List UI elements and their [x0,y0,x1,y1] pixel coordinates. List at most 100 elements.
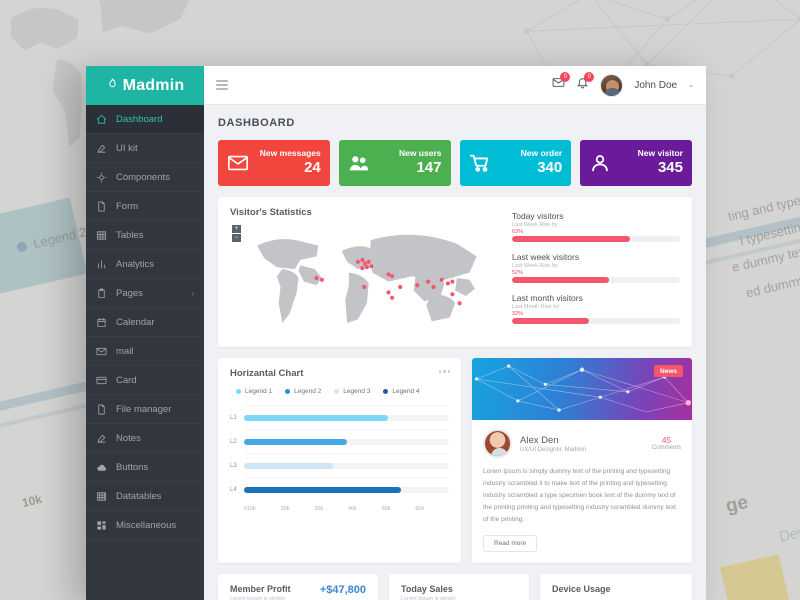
brand-name: Madmin [122,76,185,94]
member-profit-amount: +$47,800 [319,584,366,597]
file-icon [96,404,107,415]
chart-bar-label: L3 [230,462,237,469]
main-content: DASHBOARD New messages 24 New users 147 New … [204,105,706,600]
chart-bar-row: L1 [230,406,449,429]
chart-bar-fill[interactable] [244,438,347,445]
map-zoom-in-button[interactable]: + [232,225,241,233]
sidebar-item-pages[interactable]: Pages › [86,279,204,308]
sidebar-item-label: Buttons [116,461,149,473]
chart-x-tick: 30k [314,506,324,512]
visitor-progress-track [512,318,680,325]
author-role: UX/UI Designer, Madmin [520,446,587,453]
sidebar-item-file-manager[interactable]: File manager [86,395,204,424]
sidebar-item-ui-kit[interactable]: UI kit [86,134,204,163]
stat-card-new-messages[interactable]: New messages 24 [218,140,330,186]
sidebar-item-label: File manager [116,403,172,415]
chart-bar-fill[interactable] [244,486,402,493]
chart-bar-track [244,462,449,469]
news-badge: News [654,365,683,377]
legend-label: Legend 4 [392,388,420,395]
visitor-progress-name: Last month visitors [512,293,583,304]
brand-logo[interactable]: Madmin [86,66,204,105]
map-zoom-out-button[interactable]: − [232,234,241,242]
hamburger-icon[interactable] [216,80,228,90]
table-icon [96,230,107,241]
visitor-progress-name: Today visitors [512,211,564,221]
background-legend-dot [15,240,28,253]
author-avatar [483,429,512,458]
visitor-progress-item: Today visitors Last Week Rise by 63% [512,211,680,243]
chart-legend-item[interactable]: Legend 4 [383,388,420,395]
visitor-progress-percent: 32% [512,311,524,318]
chevron-down-icon[interactable]: ⌄ [688,81,694,89]
sidebar-item-datatables[interactable]: Datatables [86,482,204,511]
sidebar-item-tables[interactable]: Tables [86,221,204,250]
chart-bar-fill[interactable] [244,414,388,421]
stat-card-value: 340 [537,159,563,177]
gear-icon [96,172,107,183]
sidebar-item-form[interactable]: Form [86,192,204,221]
news-body: Alex Den UX/UI Designer, Madmin 45 Comme… [472,420,692,563]
stat-card-meta: New messages 24 [259,148,321,177]
stat-card-new-users[interactable]: New users 147 [338,140,451,186]
page-title: DASHBOARD [218,117,295,129]
stat-card-label: New messages [259,148,321,159]
legend-color-dot [285,389,291,394]
chart-bar-label: L2 [230,438,237,445]
author-info: Alex Den UX/UI Designer, Madmin [520,435,586,453]
chart-x-tick: 40k [348,506,357,512]
messages-button[interactable]: 0 [552,72,571,94]
stat-card-meta: New visitor 345 [637,148,683,177]
sidebar-item-buttons[interactable]: Buttons [86,453,204,482]
stat-card-new-order[interactable]: New order 340 [459,140,572,186]
comments-count: 45 [662,436,671,445]
legend-label: Legend 1 [245,388,273,395]
chevron-right-icon: › [191,288,194,298]
messages-badge: 0 [560,72,571,82]
stat-card-meta: New order 340 [521,149,563,177]
avatar[interactable] [600,73,624,97]
sidebar-item-label: UI kit [116,142,138,154]
calendar-icon [96,317,107,328]
stat-card-label: New visitor [637,148,683,159]
chart-options-button[interactable] [438,370,450,373]
chart-legend-item[interactable]: Legend 1 [236,388,272,395]
sidebar-item-mail[interactable]: mail [86,337,204,366]
sidebar-item-notes[interactable]: Notes [86,424,204,453]
read-more-button[interactable]: Read more [483,535,538,553]
today-sales-panel: Today Sales Lorem Ipsum is simply [389,574,529,600]
chart-bar-track [244,414,449,421]
visitor-progress-name: Last week visitors [512,252,580,263]
chart-bar-fill[interactable] [244,462,333,469]
notifications-button[interactable]: 0 [576,72,595,94]
envelope-icon [227,152,249,174]
sidebar-item-calendar[interactable]: Calendar [86,308,204,337]
device-usage-title: Device Usage [552,584,611,595]
chart-legend-item[interactable]: Legend 3 [334,388,370,395]
sidebar-item-components[interactable]: Components [86,163,204,192]
visitor-progress-fill [512,277,610,284]
visitor-progress-sub: Last Month Rise by [512,304,560,311]
chart-x-axis: 0 10k 20k 30k 40k 50k 60k [244,506,449,512]
sidebar-item-label: Form [116,200,139,212]
person-icon [589,152,611,174]
pencil-icon [96,143,107,154]
visitor-progress-percent: 52% [512,270,524,277]
chart-legend-item[interactable]: Legend 2 [285,388,321,395]
visitor-statistics-title: Visitor's Statistics [230,207,312,218]
chart-bar-row: L3 [230,454,449,477]
home-icon [96,114,107,125]
visitor-progress-fill [512,236,630,243]
user-name: John Doe [634,79,678,91]
sidebar-item-label: Calendar [116,316,155,328]
sidebar-item-dashboard[interactable]: Dashboard [86,105,204,134]
world-map[interactable] [230,224,502,332]
sidebar-item-miscellaneous[interactable]: Miscellaneous [86,511,204,540]
legend-label: Legend 3 [343,388,371,395]
sidebar-item-card[interactable]: Card [86,366,204,395]
today-sales-subtitle: Lorem Ipsum is simply [401,596,456,600]
card-icon [96,375,107,386]
stat-card-new-visitor[interactable]: New visitor 345 [580,140,692,186]
sidebar-item-label: Components [116,171,170,183]
sidebar-item-analytics[interactable]: Analytics [86,250,204,279]
